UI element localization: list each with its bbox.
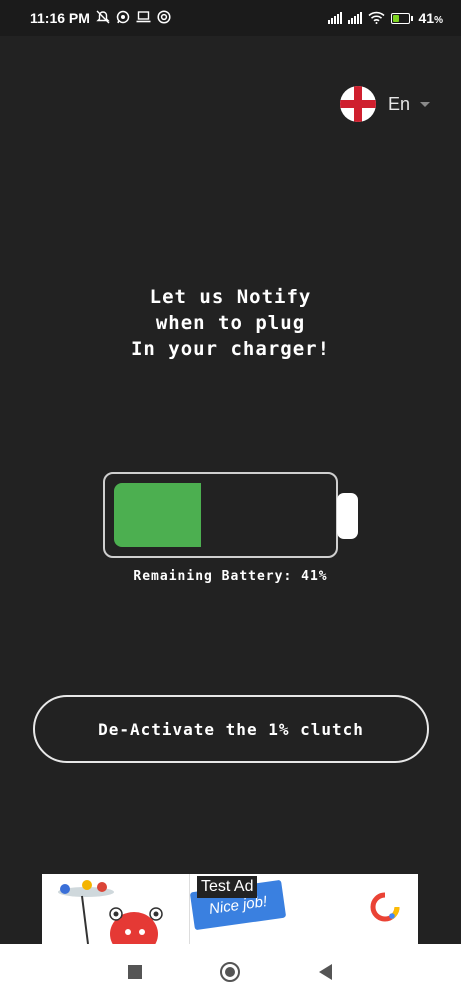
ad-divider (189, 874, 190, 944)
headline-line-3: In your charger! (130, 338, 331, 360)
status-left: 11:16 PM (30, 10, 171, 26)
signal-icon (327, 12, 342, 24)
home-button[interactable] (210, 944, 250, 1000)
status-battery-percent: 41% (418, 10, 443, 26)
recents-button[interactable] (115, 944, 155, 1000)
home-icon (220, 962, 240, 982)
vpn-icon (157, 10, 171, 26)
battery-graphic (103, 472, 338, 558)
test-ad-label: Test Ad (197, 876, 258, 898)
wifi-icon (367, 11, 385, 26)
headline: Let us Notify when to plug In your charg… (0, 284, 461, 362)
remaining-battery-text: Remaining Battery: 41% (133, 569, 328, 584)
whatsapp-icon (116, 10, 130, 26)
navigation-bar (0, 944, 461, 1000)
chevron-down-icon (420, 101, 431, 107)
laptop-icon (136, 10, 151, 26)
headline-line-1: Let us Notify (149, 286, 312, 308)
headline-line-2: when to plug (155, 312, 306, 334)
england-flag-icon (340, 86, 376, 122)
signal-icon (347, 12, 362, 24)
language-code: En (388, 93, 411, 114)
mute-icon (96, 10, 110, 26)
battery-cap (337, 493, 358, 539)
admob-logo-icon (370, 892, 400, 922)
recents-icon (128, 965, 142, 979)
language-selector[interactable]: En (340, 86, 431, 122)
back-button[interactable] (305, 944, 345, 1000)
ad-monster-illustration (58, 880, 163, 944)
status-time: 11:16 PM (30, 10, 90, 26)
back-icon (318, 964, 332, 980)
deactivate-clutch-button[interactable]: De-Activate the 1% clutch (33, 695, 429, 763)
battery-charging-icon (390, 12, 413, 24)
status-right: 41% (327, 10, 443, 26)
status-bar: 11:16 PM 41% (0, 0, 461, 36)
battery-level-fill (114, 483, 201, 547)
